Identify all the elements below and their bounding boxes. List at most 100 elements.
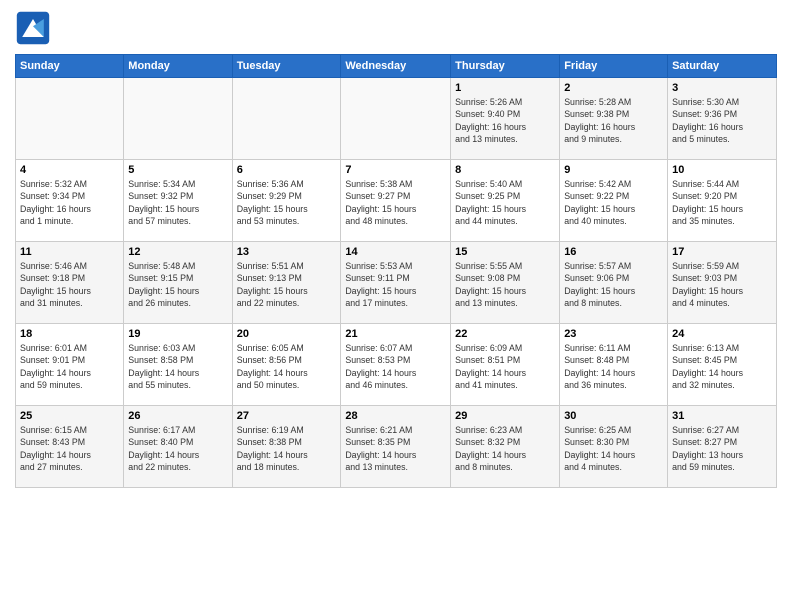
day-info: Sunrise: 5:59 AM Sunset: 9:03 PM Dayligh… bbox=[672, 260, 772, 309]
calendar-week-row: 11 Sunrise: 5:46 AM Sunset: 9:18 PM Dayli… bbox=[16, 242, 777, 324]
weekday-header-saturday: Saturday bbox=[668, 55, 777, 78]
day-info: Sunrise: 5:40 AM Sunset: 9:25 PM Dayligh… bbox=[455, 178, 555, 227]
day-number: 13 bbox=[237, 246, 337, 258]
day-number: 3 bbox=[672, 82, 772, 94]
calendar-cell: 6Sunrise: 5:36 AM Sunset: 9:29 PM Daylig… bbox=[232, 160, 341, 242]
logo bbox=[15, 10, 55, 46]
calendar-cell: 27 Sunrise: 6:19 AM Sunset: 8:38 PM Dayli… bbox=[232, 406, 341, 488]
weekday-header-row: SundayMondayTuesdayWednesdayThursdayFrid… bbox=[16, 55, 777, 78]
calendar-cell: 14Sunrise: 5:53 AM Sunset: 9:11 PM Dayli… bbox=[341, 242, 451, 324]
day-number: 10 bbox=[672, 164, 772, 176]
day-info: Sunrise: 5:51 AM Sunset: 9:13 PM Dayligh… bbox=[237, 260, 337, 309]
day-info: Sunrise: 5:34 AM Sunset: 9:32 PM Dayligh… bbox=[128, 178, 227, 227]
logo-icon bbox=[15, 10, 51, 46]
calendar-cell: 21 Sunrise: 6:07 AM Sunset: 8:53 PM Dayli… bbox=[341, 324, 451, 406]
calendar-cell: 3 Sunrise: 5:30 AM Sunset: 9:36 PM Daylig… bbox=[668, 78, 777, 160]
day-number: 1 bbox=[455, 82, 555, 94]
calendar-cell: 13 Sunrise: 5:51 AM Sunset: 9:13 PM Dayli… bbox=[232, 242, 341, 324]
day-info: Sunrise: 5:48 AM Sunset: 9:15 PM Dayligh… bbox=[128, 260, 227, 309]
calendar-cell: 7Sunrise: 5:38 AM Sunset: 9:27 PM Daylig… bbox=[341, 160, 451, 242]
day-number: 4 bbox=[20, 164, 119, 176]
calendar-week-row: 25Sunrise: 6:15 AM Sunset: 8:43 PM Dayli… bbox=[16, 406, 777, 488]
calendar-cell: 31Sunrise: 6:27 AM Sunset: 8:27 PM Dayli… bbox=[668, 406, 777, 488]
day-info: Sunrise: 6:13 AM Sunset: 8:45 PM Dayligh… bbox=[672, 342, 772, 391]
calendar-cell: 10 Sunrise: 5:44 AM Sunset: 9:20 PM Dayli… bbox=[668, 160, 777, 242]
day-number: 18 bbox=[20, 328, 119, 340]
day-number: 24 bbox=[672, 328, 772, 340]
calendar-table: SundayMondayTuesdayWednesdayThursdayFrid… bbox=[15, 54, 777, 488]
day-info: Sunrise: 5:30 AM Sunset: 9:36 PM Dayligh… bbox=[672, 96, 772, 145]
calendar-body: 1 Sunrise: 5:26 AM Sunset: 9:40 PM Daylig… bbox=[16, 78, 777, 488]
day-number: 29 bbox=[455, 410, 555, 422]
day-number: 25 bbox=[20, 410, 119, 422]
calendar-cell: 15Sunrise: 5:55 AM Sunset: 9:08 PM Dayli… bbox=[451, 242, 560, 324]
page: SundayMondayTuesdayWednesdayThursdayFrid… bbox=[0, 0, 792, 612]
calendar-cell: 18 Sunrise: 6:01 AM Sunset: 9:01 PM Dayli… bbox=[16, 324, 124, 406]
calendar-week-row: 4 Sunrise: 5:32 AM Sunset: 9:34 PM Daylig… bbox=[16, 160, 777, 242]
day-info: Sunrise: 5:57 AM Sunset: 9:06 PM Dayligh… bbox=[564, 260, 663, 309]
calendar-cell: 8 Sunrise: 5:40 AM Sunset: 9:25 PM Daylig… bbox=[451, 160, 560, 242]
day-number: 11 bbox=[20, 246, 119, 258]
day-number: 23 bbox=[564, 328, 663, 340]
day-number: 27 bbox=[237, 410, 337, 422]
day-info: Sunrise: 6:07 AM Sunset: 8:53 PM Dayligh… bbox=[345, 342, 446, 391]
calendar-cell: 16 Sunrise: 5:57 AM Sunset: 9:06 PM Dayli… bbox=[560, 242, 668, 324]
weekday-header-sunday: Sunday bbox=[16, 55, 124, 78]
day-info: Sunrise: 6:27 AM Sunset: 8:27 PM Dayligh… bbox=[672, 424, 772, 473]
day-number: 5 bbox=[128, 164, 227, 176]
day-number: 20 bbox=[237, 328, 337, 340]
calendar-cell: 4 Sunrise: 5:32 AM Sunset: 9:34 PM Daylig… bbox=[16, 160, 124, 242]
calendar-cell: 25Sunrise: 6:15 AM Sunset: 8:43 PM Dayli… bbox=[16, 406, 124, 488]
calendar-cell bbox=[341, 78, 451, 160]
calendar-cell: 12 Sunrise: 5:48 AM Sunset: 9:15 PM Dayli… bbox=[124, 242, 232, 324]
calendar-cell: 19 Sunrise: 6:03 AM Sunset: 8:58 PM Dayli… bbox=[124, 324, 232, 406]
calendar-cell: 1 Sunrise: 5:26 AM Sunset: 9:40 PM Daylig… bbox=[451, 78, 560, 160]
header bbox=[15, 10, 777, 46]
calendar-header: SundayMondayTuesdayWednesdayThursdayFrid… bbox=[16, 55, 777, 78]
calendar-cell: 30 Sunrise: 6:25 AM Sunset: 8:30 PM Dayli… bbox=[560, 406, 668, 488]
day-info: Sunrise: 6:01 AM Sunset: 9:01 PM Dayligh… bbox=[20, 342, 119, 391]
day-info: Sunrise: 6:09 AM Sunset: 8:51 PM Dayligh… bbox=[455, 342, 555, 391]
day-number: 30 bbox=[564, 410, 663, 422]
day-info: Sunrise: 5:55 AM Sunset: 9:08 PM Dayligh… bbox=[455, 260, 555, 309]
calendar-cell: 11 Sunrise: 5:46 AM Sunset: 9:18 PM Dayli… bbox=[16, 242, 124, 324]
day-info: Sunrise: 5:26 AM Sunset: 9:40 PM Dayligh… bbox=[455, 96, 555, 145]
day-number: 9 bbox=[564, 164, 663, 176]
calendar-cell: 22 Sunrise: 6:09 AM Sunset: 8:51 PM Dayli… bbox=[451, 324, 560, 406]
day-number: 22 bbox=[455, 328, 555, 340]
day-number: 16 bbox=[564, 246, 663, 258]
day-info: Sunrise: 6:23 AM Sunset: 8:32 PM Dayligh… bbox=[455, 424, 555, 473]
day-info: Sunrise: 6:03 AM Sunset: 8:58 PM Dayligh… bbox=[128, 342, 227, 391]
day-number: 2 bbox=[564, 82, 663, 94]
day-number: 28 bbox=[345, 410, 446, 422]
calendar-cell: 24 Sunrise: 6:13 AM Sunset: 8:45 PM Dayli… bbox=[668, 324, 777, 406]
day-number: 21 bbox=[345, 328, 446, 340]
calendar-cell: 23 Sunrise: 6:11 AM Sunset: 8:48 PM Dayli… bbox=[560, 324, 668, 406]
day-info: Sunrise: 6:11 AM Sunset: 8:48 PM Dayligh… bbox=[564, 342, 663, 391]
day-number: 26 bbox=[128, 410, 227, 422]
day-info: Sunrise: 5:32 AM Sunset: 9:34 PM Dayligh… bbox=[20, 178, 119, 227]
day-info: Sunrise: 5:28 AM Sunset: 9:38 PM Dayligh… bbox=[564, 96, 663, 145]
calendar-cell: 28Sunrise: 6:21 AM Sunset: 8:35 PM Dayli… bbox=[341, 406, 451, 488]
day-number: 19 bbox=[128, 328, 227, 340]
day-info: Sunrise: 6:25 AM Sunset: 8:30 PM Dayligh… bbox=[564, 424, 663, 473]
calendar-cell: 20 Sunrise: 6:05 AM Sunset: 8:56 PM Dayli… bbox=[232, 324, 341, 406]
day-number: 8 bbox=[455, 164, 555, 176]
calendar-week-row: 18 Sunrise: 6:01 AM Sunset: 9:01 PM Dayli… bbox=[16, 324, 777, 406]
day-number: 6 bbox=[237, 164, 337, 176]
day-info: Sunrise: 6:19 AM Sunset: 8:38 PM Dayligh… bbox=[237, 424, 337, 473]
day-info: Sunrise: 5:53 AM Sunset: 9:11 PM Dayligh… bbox=[345, 260, 446, 309]
calendar-cell: 26 Sunrise: 6:17 AM Sunset: 8:40 PM Dayli… bbox=[124, 406, 232, 488]
day-info: Sunrise: 5:38 AM Sunset: 9:27 PM Dayligh… bbox=[345, 178, 446, 227]
weekday-header-wednesday: Wednesday bbox=[341, 55, 451, 78]
day-info: Sunrise: 6:17 AM Sunset: 8:40 PM Dayligh… bbox=[128, 424, 227, 473]
day-info: Sunrise: 5:44 AM Sunset: 9:20 PM Dayligh… bbox=[672, 178, 772, 227]
day-info: Sunrise: 5:46 AM Sunset: 9:18 PM Dayligh… bbox=[20, 260, 119, 309]
weekday-header-monday: Monday bbox=[124, 55, 232, 78]
calendar-cell bbox=[232, 78, 341, 160]
calendar-week-row: 1 Sunrise: 5:26 AM Sunset: 9:40 PM Daylig… bbox=[16, 78, 777, 160]
day-number: 12 bbox=[128, 246, 227, 258]
weekday-header-thursday: Thursday bbox=[451, 55, 560, 78]
day-info: Sunrise: 6:05 AM Sunset: 8:56 PM Dayligh… bbox=[237, 342, 337, 391]
calendar-cell: 9Sunrise: 5:42 AM Sunset: 9:22 PM Daylig… bbox=[560, 160, 668, 242]
